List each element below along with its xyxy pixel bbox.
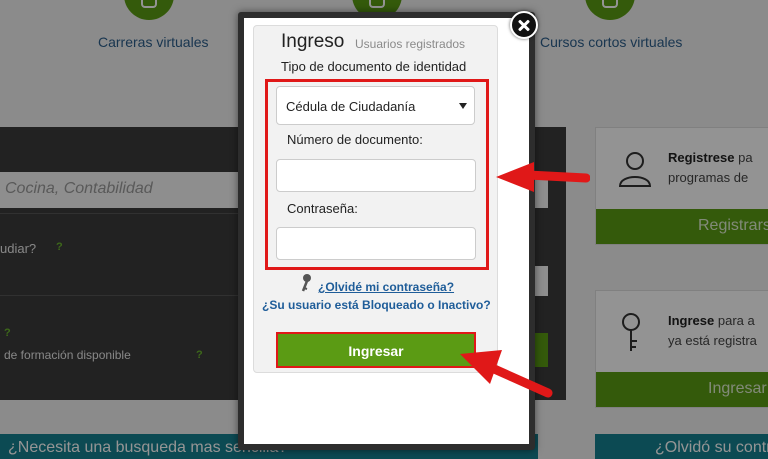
doc-type-select[interactable]: Cédula de Ciudadanía <box>276 86 475 125</box>
password-label: Contraseña: <box>287 201 358 216</box>
key-icon <box>301 274 311 292</box>
password-field[interactable] <box>276 227 476 260</box>
doc-number-field[interactable] <box>276 159 476 192</box>
blocked-user-link[interactable]: ¿Su usuario está Bloqueado o Inactivo? <box>262 298 491 312</box>
submit-button-label: Ingresar <box>348 343 404 359</box>
doc-type-value: Cédula de Ciudadanía <box>286 99 416 114</box>
forgot-password-link[interactable]: ¿Olvidé mi contraseña? <box>318 280 454 294</box>
modal-title: Ingreso <box>281 31 345 52</box>
submit-button[interactable]: Ingresar <box>276 332 476 368</box>
doc-type-label: Tipo de documento de identidad <box>281 59 467 74</box>
modal-subtitle: Usuarios registrados <box>355 37 466 51</box>
annotation-arrow-icon <box>460 350 553 398</box>
doc-number-label: Número de documento: <box>287 132 423 147</box>
chevron-down-icon <box>459 103 467 109</box>
close-icon[interactable] <box>510 11 538 39</box>
annotation-arrow-icon <box>496 162 590 192</box>
